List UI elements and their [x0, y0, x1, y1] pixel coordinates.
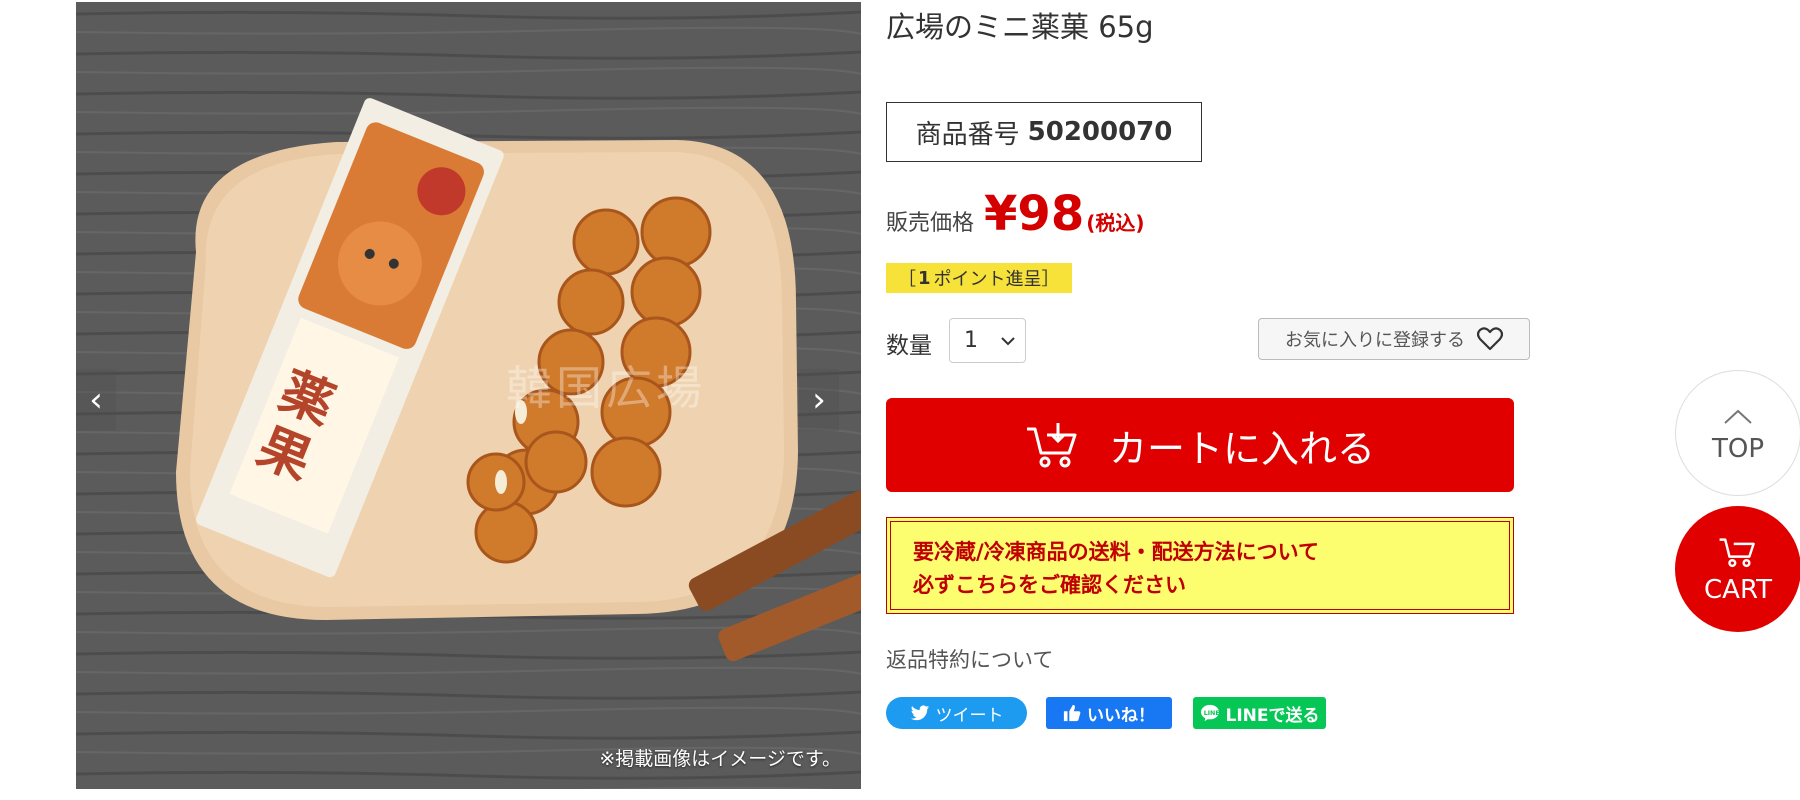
floating-cart-button[interactable]: CART — [1675, 506, 1800, 632]
add-to-cart-label: カートに入れる — [1108, 426, 1375, 471]
sku-box: 商品番号 50200070 — [886, 102, 1202, 162]
svg-text:LINE: LINE — [1203, 710, 1219, 717]
add-to-favorites-button[interactable]: お気に入りに登録する — [1258, 318, 1530, 360]
product-photo: 薬 果 — [76, 2, 861, 789]
chevron-down-icon — [1001, 331, 1015, 350]
tweet-label: ツイート — [935, 705, 1004, 726]
line-share-button[interactable]: LINE LINEで送る — [1193, 697, 1326, 729]
thumbs-up-icon — [1063, 704, 1081, 722]
watermark: 韓国広場 — [506, 361, 706, 415]
price-label: 販売価格 — [886, 211, 975, 236]
top-label: TOP — [1711, 434, 1765, 464]
quantity-value: 1 — [964, 328, 978, 353]
quantity-select[interactable]: 1 — [949, 318, 1026, 363]
facebook-like-button[interactable]: いいね！ — [1046, 697, 1172, 729]
scroll-to-top-button[interactable]: TOP — [1675, 370, 1800, 496]
price-row: 販売価格 ¥98 (税込) — [886, 186, 1145, 242]
add-to-cart-button[interactable]: カートに入れる — [886, 398, 1514, 492]
point-badge: ［ 1 ポイント進呈 ］ — [886, 263, 1072, 293]
point-count: 1 — [918, 267, 931, 289]
price-tax-note: (税込) — [1086, 211, 1145, 235]
sku-number: 50200070 — [1027, 117, 1173, 147]
notice-line-1: 要冷蔵/冷凍商品の送料・配送方法について — [913, 540, 1320, 564]
cart-icon — [1718, 534, 1758, 575]
cart-float-label: CART — [1704, 574, 1772, 605]
gallery-prev-button[interactable]: ‹ — [76, 369, 116, 431]
cart-icon — [1025, 421, 1081, 469]
chevron-right-icon: › — [812, 380, 826, 420]
line-icon: LINE — [1200, 704, 1219, 722]
shipping-notice-link[interactable]: 要冷蔵/冷凍商品の送料・配送方法について 必ずこちらをご確認ください — [886, 517, 1514, 614]
product-image-gallery: 薬 果 韓国広場 ‹ › ※掲載画像はイメージです。 — [76, 2, 861, 789]
like-label: いいね！ — [1087, 705, 1155, 726]
point-text: ポイント進呈 — [933, 269, 1042, 290]
favorite-label: お気に入りに登録する — [1285, 330, 1465, 351]
sku-label: 商品番号 — [915, 119, 1020, 150]
chevron-left-icon: ‹ — [89, 380, 103, 420]
point-bracket-open: ［ — [898, 269, 916, 290]
line-label: LINEで送る — [1225, 705, 1320, 726]
tweet-button[interactable]: ツイート — [886, 697, 1027, 729]
chevron-up-icon — [1723, 402, 1753, 432]
point-bracket-close: ］ — [1041, 269, 1060, 290]
quantity-label: 数量 — [886, 333, 932, 359]
notice-line-2: 必ずこちらをご確認ください — [913, 573, 1186, 597]
price-value: ¥98 — [984, 186, 1085, 242]
product-title: 広場のミニ薬菓 65g — [886, 10, 1154, 44]
return-policy-link[interactable]: 返品特約について — [886, 644, 1053, 674]
gallery-next-button[interactable]: › — [799, 369, 839, 431]
heart-icon — [1477, 327, 1503, 351]
image-disclaimer: ※掲載画像はイメージです。 — [599, 748, 841, 770]
twitter-icon — [910, 704, 929, 720]
